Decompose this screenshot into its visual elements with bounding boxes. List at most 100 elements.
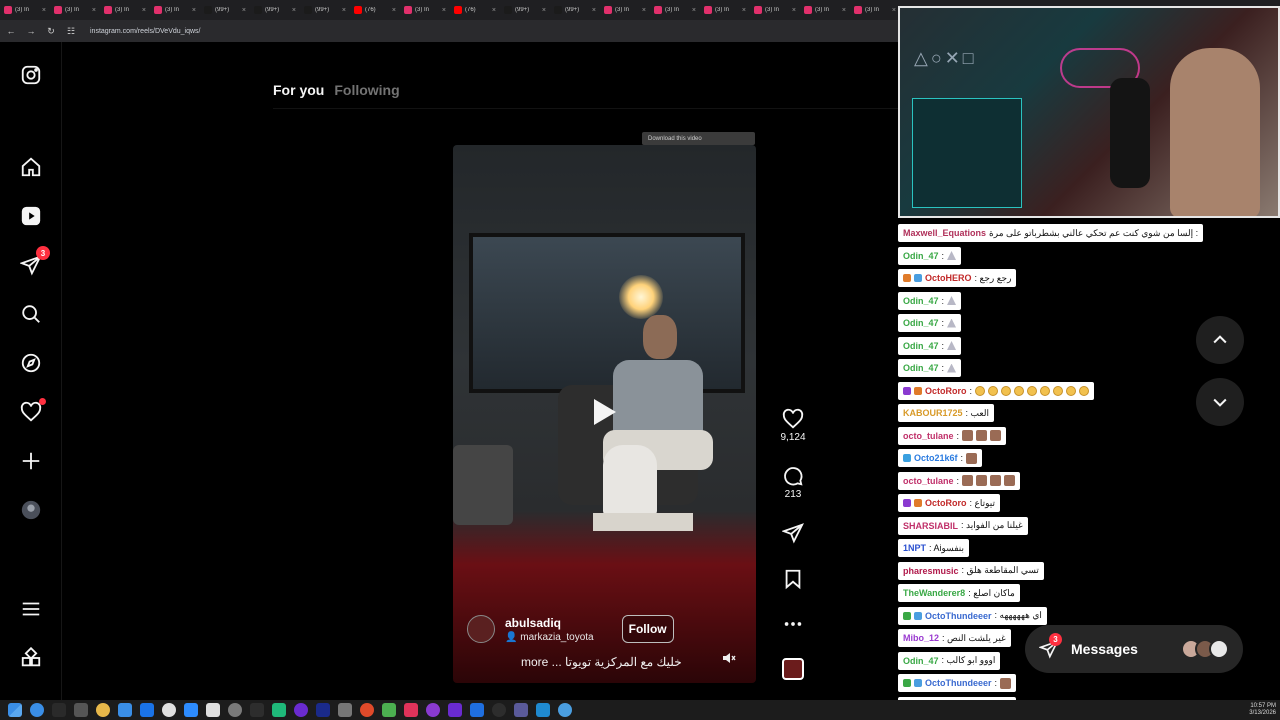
browser-tab[interactable]: (3) In × [850, 2, 900, 18]
taskbar-app-icon[interactable] [52, 703, 66, 717]
reels-icon[interactable] [20, 205, 42, 227]
browser-tab[interactable]: (99+) × [250, 2, 300, 18]
chat-username[interactable]: OctoRoro [925, 498, 967, 508]
taskbar-app-icon[interactable] [228, 703, 242, 717]
close-tab-icon[interactable]: × [192, 7, 196, 14]
close-tab-icon[interactable]: × [392, 7, 396, 14]
close-tab-icon[interactable]: × [742, 7, 746, 14]
close-tab-icon[interactable]: × [142, 7, 146, 14]
tab-for-you[interactable]: For you [273, 82, 324, 98]
chat-username[interactable]: TheWanderer8 [903, 588, 965, 598]
reel-caption[interactable]: خليك مع المركزية تويوتا ... more [521, 655, 682, 669]
close-tab-icon[interactable]: × [692, 7, 696, 14]
chat-username[interactable]: OctoThundeeer [925, 678, 992, 688]
reload-icon[interactable]: ↻ [46, 26, 56, 37]
taskbar-app-icon[interactable] [338, 703, 352, 717]
chat-username[interactable]: 1NPT [903, 543, 926, 553]
chat-username[interactable]: Odin_47 [903, 251, 939, 261]
explore-icon[interactable] [20, 352, 42, 374]
browser-tab[interactable]: (76) × [450, 2, 500, 18]
like-action[interactable]: 9,124 [773, 408, 813, 443]
share-action[interactable] [773, 522, 813, 544]
home-icon[interactable] [20, 156, 42, 178]
taskbar-app-icon[interactable] [96, 703, 110, 717]
notifications-heart-icon[interactable] [20, 398, 46, 423]
close-tab-icon[interactable]: × [92, 7, 96, 14]
browser-tab[interactable]: (3) In × [100, 2, 150, 18]
taskbar-app-icon[interactable] [74, 703, 88, 717]
next-reel-button[interactable] [1196, 378, 1244, 426]
close-tab-icon[interactable]: × [442, 7, 446, 14]
browser-tab[interactable]: (3) In × [0, 2, 50, 18]
windows-start-icon[interactable] [8, 703, 22, 717]
close-tab-icon[interactable]: × [542, 7, 546, 14]
chat-username[interactable]: octo_tulane [903, 431, 954, 441]
taskbar-app-icon[interactable] [272, 703, 286, 717]
search-icon[interactable] [20, 303, 42, 325]
browser-tab[interactable]: (99+) × [200, 2, 250, 18]
chat-username[interactable]: Mibo_12 [903, 633, 939, 643]
browser-tab[interactable]: (3) In × [700, 2, 750, 18]
reel-video[interactable]: abulsadiq 👤 markazia_toyota Follow خليك … [453, 145, 756, 683]
site-info-icon[interactable]: ☷ [66, 26, 76, 37]
chat-username[interactable]: Odin_47 [903, 363, 939, 373]
taskbar-app-icon[interactable] [558, 703, 572, 717]
browser-tab[interactable]: (99+) × [500, 2, 550, 18]
download-video-bar[interactable]: Download this video [642, 132, 755, 145]
taskbar-app-icon[interactable] [536, 703, 550, 717]
follow-button[interactable]: Follow [621, 615, 674, 643]
taskbar-app-icon[interactable] [30, 703, 44, 717]
taskbar-app-icon[interactable] [360, 703, 374, 717]
close-tab-icon[interactable]: × [342, 7, 346, 14]
more-menu-icon[interactable] [20, 598, 42, 620]
browser-tab[interactable]: (3) In × [650, 2, 700, 18]
chat-username[interactable]: Octo21k6f [914, 453, 958, 463]
taskbar-app-icon[interactable] [140, 703, 154, 717]
chat-username[interactable]: Odin_47 [903, 656, 939, 666]
also-from-meta-icon[interactable] [20, 647, 42, 669]
close-tab-icon[interactable]: × [242, 7, 246, 14]
tab-following[interactable]: Following [334, 82, 399, 98]
forward-icon[interactable]: → [26, 26, 36, 36]
messages-button[interactable]: 3 Messages [1025, 625, 1243, 673]
taskbar-app-icon[interactable] [250, 703, 264, 717]
chat-username[interactable]: Odin_47 [903, 341, 939, 351]
collab-account[interactable]: 👤 markazia_toyota [505, 632, 594, 643]
address-bar[interactable]: instagram.com/reels/DVeVdu_iqws/ [90, 28, 201, 35]
taskbar-app-icon[interactable] [448, 703, 462, 717]
audio-muted-icon[interactable] [721, 650, 737, 666]
chat-username[interactable]: pharesmusic [903, 566, 959, 576]
profile-avatar[interactable] [20, 499, 42, 521]
taskbar-app-icon[interactable] [426, 703, 440, 717]
system-clock[interactable]: 10:57 PM 3/13/2026 [1249, 703, 1276, 717]
original-audio-thumbnail[interactable] [782, 658, 804, 680]
direct-messages-icon[interactable]: 3 [20, 246, 50, 276]
instagram-logo-icon[interactable] [20, 64, 42, 86]
play-icon[interactable] [592, 397, 618, 427]
more-options-action[interactable] [773, 613, 813, 635]
save-action[interactable] [773, 568, 813, 590]
owner-avatar[interactable] [467, 615, 495, 643]
chat-username[interactable]: SHARSIABIL [903, 521, 958, 531]
chat-username[interactable]: Odin_47 [903, 296, 939, 306]
chat-username[interactable]: OctoHERO [925, 273, 972, 283]
browser-tab[interactable]: (3) In × [750, 2, 800, 18]
taskbar-app-icon[interactable] [162, 703, 176, 717]
close-tab-icon[interactable]: × [642, 7, 646, 14]
close-tab-icon[interactable]: × [592, 7, 596, 14]
taskbar-app-icon[interactable] [404, 703, 418, 717]
taskbar-app-icon[interactable] [470, 703, 484, 717]
taskbar-app-icon[interactable] [118, 703, 132, 717]
taskbar-app-icon[interactable] [492, 703, 506, 717]
close-tab-icon[interactable]: × [42, 7, 46, 14]
taskbar-app-icon[interactable] [206, 703, 220, 717]
comment-action[interactable]: 213 [773, 465, 813, 500]
close-tab-icon[interactable]: × [842, 7, 846, 14]
browser-tab[interactable]: (76) × [350, 2, 400, 18]
close-tab-icon[interactable]: × [492, 7, 496, 14]
browser-tab[interactable]: (3) In × [800, 2, 850, 18]
taskbar-app-icon[interactable] [316, 703, 330, 717]
close-tab-icon[interactable]: × [892, 7, 896, 14]
create-plus-icon[interactable] [20, 450, 42, 472]
browser-tab[interactable]: (3) In × [600, 2, 650, 18]
